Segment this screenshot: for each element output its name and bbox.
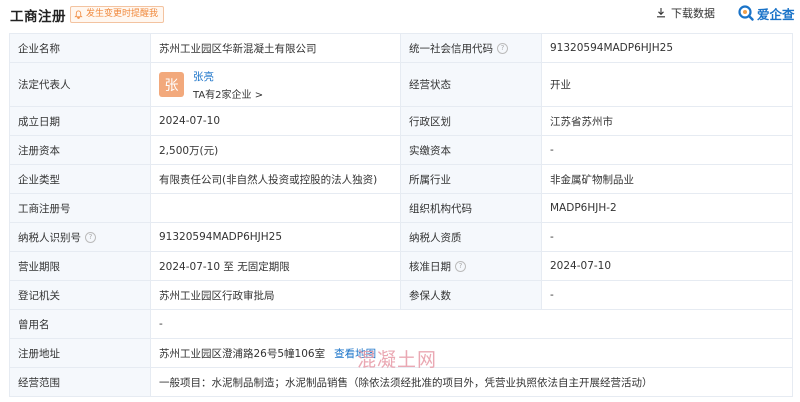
value-term: 2024-07-10 至 无固定期限 — [150, 251, 401, 281]
download-button[interactable]: 下载数据 — [656, 4, 715, 21]
brand-name: 爱企查 — [757, 6, 795, 22]
value-capital: 2,500万(元) — [150, 135, 401, 165]
value-org-code: MADP6HJH-2 — [541, 193, 793, 223]
label-legal-rep: 法定代表人 — [9, 62, 151, 107]
table-row: 曾用名 - — [9, 309, 793, 339]
table-row: 企业类型 有限责任公司(非自然人投资或控股的法人独资) 所属行业 非金属矿物制品… — [9, 164, 793, 194]
help-icon[interactable]: ? — [497, 43, 508, 54]
value-paid-capital: - — [541, 135, 793, 165]
value-reg-no — [150, 193, 401, 223]
value-company-name: 苏州工业园区华新混凝土有限公司 — [150, 33, 401, 63]
label-taxpayer-id-text: 纳税人识别号 — [18, 231, 81, 244]
change-alert-label: 发生变更时提醒我 — [86, 9, 159, 19]
label-taxpayer-id: 纳税人识别号? — [9, 222, 151, 252]
value-credit-code: 91320594MADP6HJH25 — [541, 33, 793, 63]
label-company-type: 企业类型 — [9, 164, 151, 194]
brand-logo[interactable]: 爱企查 — [738, 4, 795, 22]
label-credit-code: 统一社会信用代码? — [400, 33, 542, 63]
label-capital: 注册资本 — [9, 135, 151, 165]
label-approval-date: 核准日期? — [400, 251, 542, 281]
label-approval-date-text: 核准日期 — [409, 260, 451, 273]
value-taxpayer-qual: - — [541, 222, 793, 252]
legal-rep-name-link[interactable]: 张亮 — [193, 69, 263, 84]
avatar[interactable]: 张 — [159, 72, 184, 97]
value-company-type: 有限责任公司(非自然人投资或控股的法人独资) — [150, 164, 401, 194]
value-legal-rep: 张 张亮 TA有2家企业 > — [150, 62, 401, 107]
label-industry: 所属行业 — [400, 164, 542, 194]
value-founded: 2024-07-10 — [150, 106, 401, 136]
label-reg-no: 工商注册号 — [9, 193, 151, 223]
label-status: 经营状态 — [400, 62, 542, 107]
label-region: 行政区划 — [400, 106, 542, 136]
table-row: 纳税人识别号? 91320594MADP6HJH25 纳税人资质 - — [9, 222, 793, 252]
table-row: 工商注册号 组织机构代码 MADP6HJH-2 — [9, 193, 793, 223]
download-label: 下载数据 — [671, 6, 715, 20]
label-company-name: 企业名称 — [9, 33, 151, 63]
label-org-code: 组织机构代码 — [400, 193, 542, 223]
label-former-name: 曾用名 — [9, 309, 151, 339]
label-insured: 参保人数 — [400, 280, 542, 310]
value-scope: 一般项目：水泥制品制造；水泥制品销售（除依法须经批准的项目外，凭营业执照依法自主… — [150, 367, 793, 397]
label-taxpayer-qual: 纳税人资质 — [400, 222, 542, 252]
download-icon — [657, 8, 665, 18]
legal-rep-companies-link[interactable]: TA有2家企业 > — [193, 86, 263, 101]
change-alert-button[interactable]: 发生变更时提醒我 — [70, 6, 165, 23]
aiqicha-logo-icon — [738, 5, 754, 21]
value-industry: 非金属矿物制品业 — [541, 164, 793, 194]
table-row: 法定代表人 张 张亮 TA有2家企业 > 经营状态 开业 — [9, 62, 793, 107]
section-title: 工商注册 — [10, 9, 66, 25]
value-authority: 苏州工业园区行政审批局 — [150, 280, 401, 310]
table-row: 营业期限 2024-07-10 至 无固定期限 核准日期? 2024-07-10 — [9, 251, 793, 281]
address-text: 苏州工业园区澄浦路26号5幢106室 — [159, 347, 326, 360]
table-row: 登记机关 苏州工业园区行政审批局 参保人数 - — [9, 280, 793, 310]
value-former-name: - — [150, 309, 793, 339]
bell-icon — [74, 10, 83, 19]
value-address: 苏州工业园区澄浦路26号5幢106室 查看地图 — [150, 338, 793, 368]
label-credit-code-text: 统一社会信用代码 — [409, 42, 493, 55]
label-founded: 成立日期 — [9, 106, 151, 136]
value-approval-date: 2024-07-10 — [541, 251, 793, 281]
label-paid-capital: 实缴资本 — [400, 135, 542, 165]
label-address: 注册地址 — [9, 338, 151, 368]
label-authority: 登记机关 — [9, 280, 151, 310]
help-icon[interactable]: ? — [455, 261, 466, 272]
watermark: 混凝土网 — [357, 349, 438, 371]
value-taxpayer-id: 91320594MADP6HJH25 — [150, 222, 401, 252]
table-row: 成立日期 2024-07-10 行政区划 江苏省苏州市 — [9, 106, 793, 136]
help-icon[interactable]: ? — [85, 232, 96, 243]
value-region: 江苏省苏州市 — [541, 106, 793, 136]
value-insured: - — [541, 280, 793, 310]
section-header: 工商注册 发生变更时提醒我 下载数据 爱企查 — [0, 0, 800, 28]
registration-table: 企业名称 苏州工业园区华新混凝土有限公司 统一社会信用代码? 91320594M… — [9, 33, 793, 397]
value-status: 开业 — [541, 62, 793, 107]
table-row: 注册资本 2,500万(元) 实缴资本 - — [9, 135, 793, 165]
table-row: 企业名称 苏州工业园区华新混凝土有限公司 统一社会信用代码? 91320594M… — [9, 33, 793, 63]
label-scope: 经营范围 — [9, 367, 151, 397]
label-term: 营业期限 — [9, 251, 151, 281]
